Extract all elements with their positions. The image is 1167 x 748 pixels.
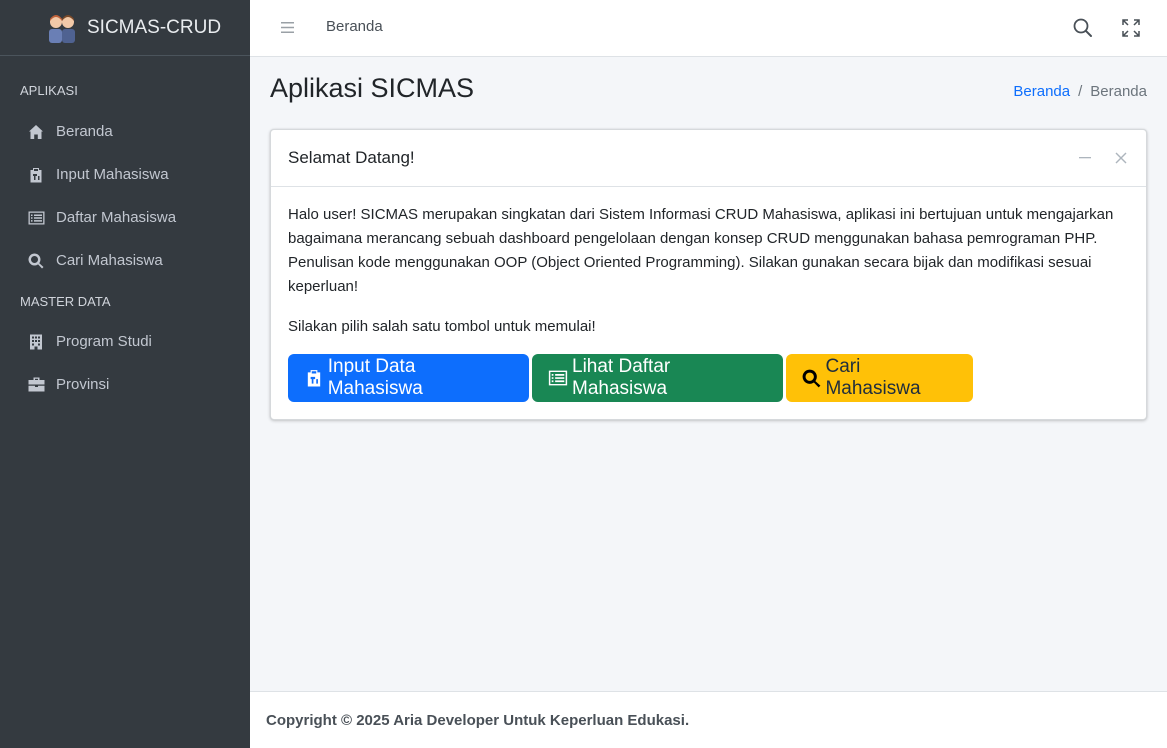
brand-link[interactable]: SICMAS-CRUD (0, 0, 250, 56)
sidebar-item-cari-mahasiswa[interactable]: Cari Mahasiswa (0, 239, 250, 282)
sidebar-item-input-mahasiswa[interactable]: Input Mahasiswa (0, 153, 250, 196)
brand-logo-icon (45, 11, 79, 45)
sidebar-item-label: Daftar Mahasiswa (56, 209, 177, 226)
footer-copyright: Copyright © 2025 Aria Developer Untuk Ke… (266, 711, 690, 729)
clipboard-icon (27, 166, 45, 184)
close-icon[interactable] (1112, 149, 1130, 167)
welcome-instruction: Silakan pilih salah satu tombol untuk me… (288, 318, 596, 335)
input-data-mahasiswa-button[interactable]: Input Data Mahasiswa (288, 354, 529, 402)
breadcrumb-separator: / (1078, 83, 1083, 100)
search-icon (802, 368, 821, 388)
building-icon (27, 333, 45, 351)
cari-mahasiswa-button[interactable]: Cari Mahasiswa (786, 354, 973, 402)
footer: Copyright © 2025 Aria Developer Untuk Ke… (250, 691, 1167, 748)
fullscreen-icon[interactable] (1120, 17, 1142, 39)
sidebar-item-label: Input Mahasiswa (56, 166, 169, 183)
lihat-daftar-mahasiswa-button[interactable]: Lihat Daftar Mahasiswa (532, 354, 783, 402)
action-buttons: Input Data Mahasiswa Lihat Daftar Mahasi… (288, 354, 1129, 402)
card-body: Halo user! SICMAS merupakan singkatan da… (271, 187, 1146, 402)
breadcrumb: Beranda / Beranda (1013, 83, 1147, 100)
card-header: Selamat Datang! (271, 130, 1146, 187)
brand-name: SICMAS-CRUD (87, 16, 222, 38)
list-icon (27, 209, 45, 227)
sidebar-item-label: Cari Mahasiswa (56, 252, 163, 269)
top-navbar: Beranda (250, 0, 1167, 57)
topbar-home-link[interactable]: Beranda (326, 18, 383, 35)
home-icon (27, 123, 45, 141)
page-title: Aplikasi SICMAS (270, 73, 475, 103)
nav-header-aplikasi: APLIKASI (20, 82, 78, 98)
nav-header-master-data: MASTER DATA (20, 293, 111, 309)
button-label: Lihat Daftar Mahasiswa (572, 356, 671, 399)
button-label: Input Data Mahasiswa (327, 356, 423, 399)
search-icon[interactable] (1072, 17, 1094, 39)
sidebar-item-provinsi[interactable]: Provinsi (0, 363, 250, 406)
button-label: Cari Mahasiswa (825, 356, 921, 399)
sidebar-item-daftar-mahasiswa[interactable]: Daftar Mahasiswa (0, 196, 250, 239)
sidebar-item-program-studi[interactable]: Program Studi (0, 320, 250, 363)
card-title: Selamat Datang! (288, 148, 415, 167)
clipboard-icon (304, 368, 324, 388)
sidebar-item-label: Beranda (56, 123, 113, 140)
minimize-icon[interactable] (1076, 149, 1094, 167)
sidebar-item-beranda[interactable]: Beranda (0, 110, 250, 153)
hamburger-menu-icon[interactable] (278, 18, 296, 36)
sidebar: SICMAS-CRUD APLIKASI Beranda Input Mahas… (0, 0, 250, 748)
sidebar-item-label: Provinsi (56, 376, 110, 393)
briefcase-icon (27, 376, 45, 394)
welcome-description: Halo user! SICMAS merupakan singkatan da… (288, 206, 1114, 295)
breadcrumb-current: Beranda (1090, 83, 1147, 100)
breadcrumb-home-link[interactable]: Beranda (1013, 83, 1070, 100)
welcome-card: Selamat Datang! Halo user! SICMAS merupa… (270, 129, 1147, 420)
sidebar-item-label: Program Studi (56, 333, 152, 350)
search-icon (27, 252, 45, 270)
list-icon (548, 368, 568, 388)
